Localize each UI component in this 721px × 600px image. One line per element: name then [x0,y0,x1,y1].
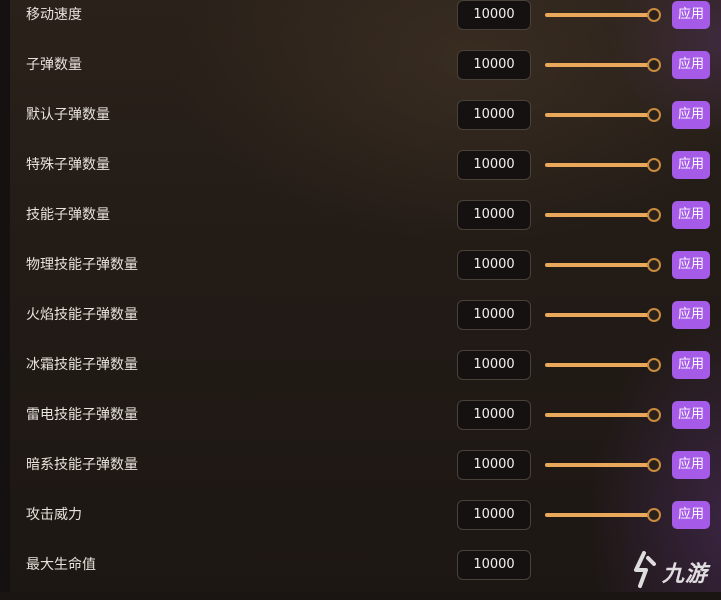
slider-fill [545,213,653,217]
setting-label: 雷电技能子弹数量 [26,407,138,423]
apply-button[interactable]: 应用 [672,301,710,329]
setting-row-fire-skill-bullet-count: 火焰技能子弹数量 10000 应用 [0,300,721,350]
value-slider[interactable] [545,108,661,122]
setting-row-physical-skill-bullet-count: 物理技能子弹数量 10000 应用 [0,250,721,300]
setting-row-bullet-count: 子弹数量 10000 应用 [0,50,721,100]
value-slider[interactable] [545,508,661,522]
value-input[interactable]: 10000 [457,400,531,430]
watermark-text: 九游 [662,562,709,587]
value-input[interactable]: 10000 [457,550,531,580]
setting-row-default-bullet-count: 默认子弹数量 10000 应用 [0,100,721,150]
setting-row-attack-power: 攻击威力 10000 应用 [0,500,721,550]
value-input[interactable]: 10000 [457,450,531,480]
setting-label: 攻击威力 [26,507,82,523]
value-slider[interactable] [545,208,661,222]
apply-button[interactable]: 应用 [672,501,710,529]
setting-label: 冰霜技能子弹数量 [26,357,138,373]
slider-thumb[interactable] [647,58,661,72]
apply-button[interactable]: 应用 [672,351,710,379]
setting-row-skill-bullet-count: 技能子弹数量 10000 应用 [0,200,721,250]
slider-thumb[interactable] [647,158,661,172]
setting-label: 特殊子弹数量 [26,157,110,173]
value-input[interactable]: 10000 [457,0,531,30]
value-slider[interactable] [545,8,661,22]
setting-row-move-speed: 移动速度 10000 应用 [0,0,721,50]
slider-thumb[interactable] [647,108,661,122]
jiuyou-watermark: 九游 [630,548,721,592]
value-input[interactable]: 10000 [457,100,531,130]
value-input[interactable]: 10000 [457,350,531,380]
slider-fill [545,513,653,517]
setting-row-special-bullet-count: 特殊子弹数量 10000 应用 [0,150,721,200]
value-input[interactable]: 10000 [457,500,531,530]
setting-row-frost-skill-bullet-count: 冰霜技能子弹数量 10000 应用 [0,350,721,400]
slider-thumb[interactable] [647,508,661,522]
value-slider[interactable] [545,58,661,72]
slider-fill [545,113,653,117]
value-slider[interactable] [545,158,661,172]
value-slider[interactable] [545,308,661,322]
slider-fill [545,163,653,167]
slider-thumb[interactable] [647,258,661,272]
slider-fill [545,413,653,417]
slider-fill [545,463,653,467]
value-slider[interactable] [545,258,661,272]
slider-thumb[interactable] [647,308,661,322]
apply-button[interactable]: 应用 [672,251,710,279]
value-slider[interactable] [545,458,661,472]
value-input[interactable]: 10000 [457,150,531,180]
apply-button[interactable]: 应用 [672,401,710,429]
apply-button[interactable]: 应用 [672,101,710,129]
setting-row-lightning-skill-bullet-count: 雷电技能子弹数量 10000 应用 [0,400,721,450]
apply-button[interactable]: 应用 [672,151,710,179]
slider-fill [545,63,653,67]
apply-button[interactable]: 应用 [672,1,710,29]
setting-row-max-hp: 最大生命值 10000 [0,550,721,600]
apply-button[interactable]: 应用 [672,451,710,479]
setting-label: 火焰技能子弹数量 [26,307,138,323]
slider-thumb[interactable] [647,8,661,22]
value-slider[interactable] [545,358,661,372]
slider-thumb[interactable] [647,358,661,372]
slider-fill [545,13,653,17]
value-slider[interactable] [545,408,661,422]
slider-thumb[interactable] [647,408,661,422]
slider-fill [545,363,653,367]
slider-thumb[interactable] [647,458,661,472]
setting-row-dark-skill-bullet-count: 暗系技能子弹数量 10000 应用 [0,450,721,500]
setting-label: 暗系技能子弹数量 [26,457,138,473]
cheat-settings-panel: 移动速度 10000 应用 子弹数量 10000 应用 默认子弹数量 10000 [0,0,721,592]
setting-label: 默认子弹数量 [26,107,110,123]
apply-button[interactable]: 应用 [672,201,710,229]
setting-label: 子弹数量 [26,57,82,73]
setting-label: 技能子弹数量 [26,207,110,223]
slider-thumb[interactable] [647,208,661,222]
value-input[interactable]: 10000 [457,250,531,280]
setting-label: 移动速度 [26,7,82,23]
setting-label: 物理技能子弹数量 [26,257,138,273]
value-input[interactable]: 10000 [457,200,531,230]
setting-label: 最大生命值 [26,557,96,573]
slider-fill [545,313,653,317]
value-input[interactable]: 10000 [457,50,531,80]
slider-fill [545,263,653,267]
value-input[interactable]: 10000 [457,300,531,330]
apply-button[interactable]: 应用 [672,51,710,79]
jiuyou-logo-icon [634,551,656,588]
